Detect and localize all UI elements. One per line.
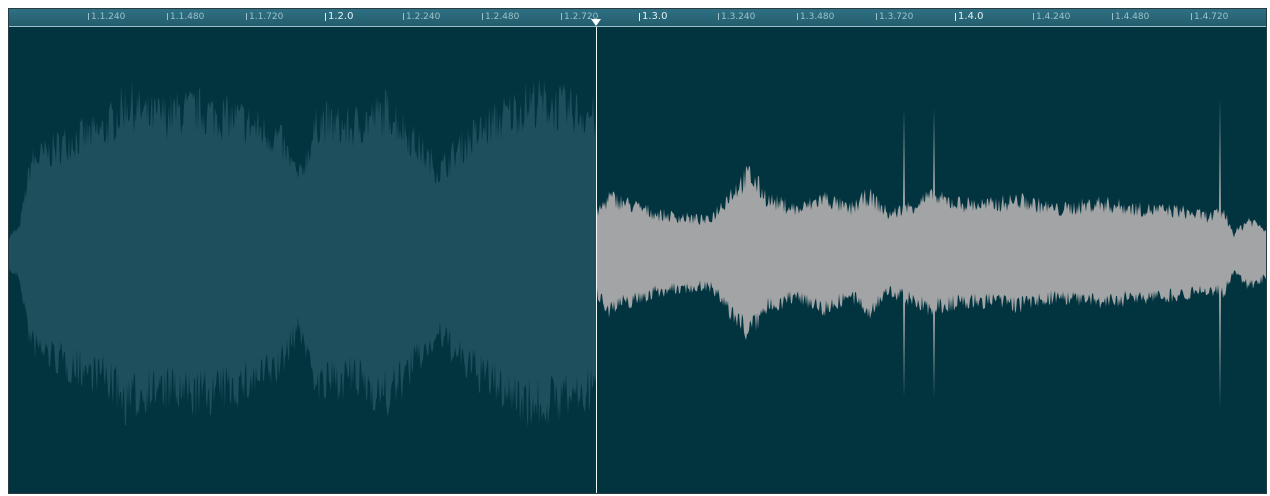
timeline-tick: 1.1.240: [87, 12, 126, 22]
timeline-tick: 1.4.240: [1032, 12, 1071, 22]
timeline-tick: 1.2.240: [402, 12, 441, 22]
playhead-handle[interactable]: [591, 19, 601, 26]
timeline-tick: 1.1.720: [245, 12, 284, 22]
waveform-area[interactable]: [9, 27, 1266, 493]
timeline-tick: 1.2.480: [481, 12, 520, 22]
timeline-tick: 1.3.480: [796, 12, 835, 22]
timeline-tick: 1.4.0: [954, 11, 984, 22]
playhead[interactable]: [596, 27, 597, 493]
timeline-tick: 1.4.480: [1111, 12, 1150, 22]
timeline-tick: 1.3.0: [638, 11, 668, 22]
waveform: [9, 77, 1266, 428]
timeline-tick: 1.3.240: [717, 12, 756, 22]
timeline-tick: 1.4.720: [1190, 12, 1229, 22]
audio-waveform-editor[interactable]: 1.1.240 1.1.480 1.1.720 1.2.0 1.2.240 1.…: [8, 8, 1267, 494]
waveform-unplayed: [597, 98, 1266, 408]
timeline-tick: 1.3.720: [875, 12, 914, 22]
waveform-played: [9, 77, 596, 428]
timeline-tick: 1.2.0: [324, 11, 354, 22]
timeline-ruler[interactable]: 1.1.240 1.1.480 1.1.720 1.2.0 1.2.240 1.…: [9, 9, 1266, 27]
timeline-tick: 1.1.480: [166, 12, 205, 22]
